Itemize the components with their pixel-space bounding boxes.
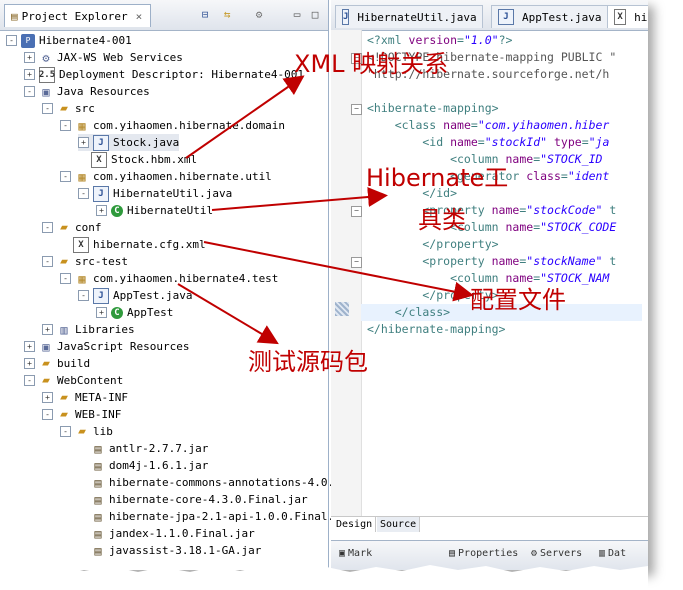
ide-screenshot: ▤ Project Explorer × ⊟ ⇆ ⚙ ▭ □ - P Hiberna… (0, 0, 648, 570)
torn-edge (0, 564, 648, 590)
annotation-test-source: 测试源码包 (248, 348, 368, 376)
annotation-hibernate-util-2: 具类 (418, 206, 466, 234)
annotation-xml-mapping: XML 映射关系 (294, 50, 449, 78)
arrow-to-hibernateutil (211, 187, 388, 211)
arrow-to-cfg-xml (203, 241, 474, 302)
arrow-to-test-package (177, 283, 279, 345)
annotation-config-file: 配置文件 (470, 286, 566, 314)
annotation-hibernate-util: Hibernate工 (366, 164, 509, 192)
arrow-to-hbm-xml (185, 75, 305, 159)
